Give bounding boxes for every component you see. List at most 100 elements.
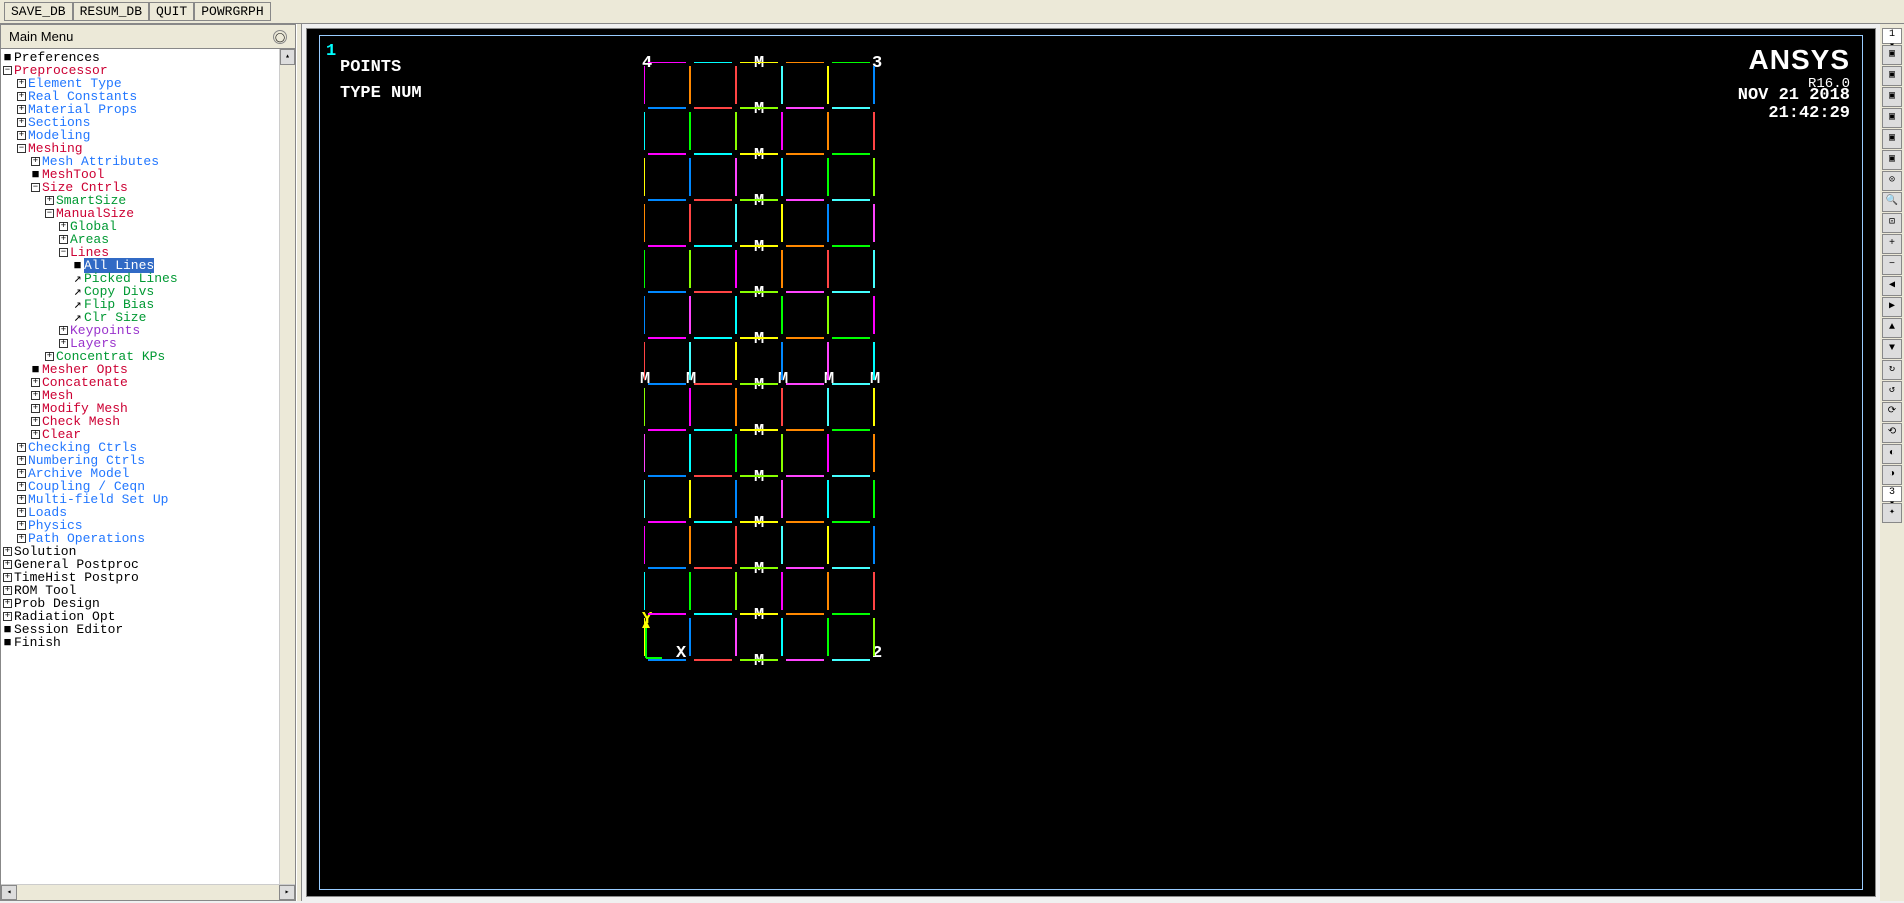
- expand-icon[interactable]: +: [17, 521, 26, 530]
- leaf-icon[interactable]: ■: [3, 51, 12, 64]
- expand-icon[interactable]: −: [31, 183, 40, 192]
- rate-selector[interactable]: 3 ▾: [1882, 486, 1902, 502]
- expand-icon[interactable]: +: [17, 443, 26, 452]
- menu-tree: ■Preferences−Preprocessor+Element Type+R…: [1, 49, 295, 884]
- expand-icon[interactable]: +: [31, 378, 40, 387]
- expand-icon[interactable]: +: [17, 105, 26, 114]
- scroll-right-icon[interactable]: ▸: [279, 885, 295, 900]
- rotate-x-icon[interactable]: ↻: [1882, 360, 1902, 380]
- pan-right-icon[interactable]: ▶: [1882, 297, 1902, 317]
- tree-item-finish[interactable]: ■Finish: [1, 636, 295, 649]
- expand-icon[interactable]: +: [31, 391, 40, 400]
- expand-icon[interactable]: +: [17, 482, 26, 491]
- expand-icon[interactable]: +: [3, 547, 12, 556]
- expand-icon[interactable]: +: [31, 417, 40, 426]
- plot-date: NOV 21 2018: [1738, 86, 1850, 105]
- quit-button[interactable]: QUIT: [149, 2, 194, 21]
- view-back-icon[interactable]: ▣: [1882, 150, 1902, 170]
- expand-icon[interactable]: +: [31, 404, 40, 413]
- expand-icon[interactable]: +: [45, 196, 54, 205]
- leaf-icon[interactable]: ■: [31, 168, 40, 181]
- pane-divider[interactable]: [296, 24, 302, 901]
- dynamic-icon[interactable]: ✦: [1882, 503, 1902, 523]
- view-front-icon[interactable]: ▣: [1882, 66, 1902, 86]
- scroll-left-icon[interactable]: ◂: [1, 885, 17, 900]
- zoom-box-icon[interactable]: ⊡: [1882, 213, 1902, 233]
- expand-icon[interactable]: +: [17, 131, 26, 140]
- tree-item-smartsize[interactable]: +SmartSize: [1, 194, 295, 207]
- expand-icon[interactable]: −: [3, 66, 12, 75]
- expand-icon[interactable]: +: [3, 599, 12, 608]
- plot-label-typenum: TYPE NUM: [340, 84, 422, 103]
- expand-icon[interactable]: −: [45, 209, 54, 218]
- fit-icon[interactable]: ⊙: [1882, 171, 1902, 191]
- expand-icon[interactable]: +: [31, 157, 40, 166]
- brand-text: ANSYS: [1749, 44, 1850, 76]
- expand-icon[interactable]: +: [31, 430, 40, 439]
- leaf-icon[interactable]: ■: [31, 363, 40, 376]
- rotate-z-icon[interactable]: ⟳: [1882, 402, 1902, 422]
- graphics-canvas[interactable]: 1 POINTS TYPE NUM ANSYS R16.0 NOV 21 201…: [306, 28, 1876, 897]
- window-number: 1: [326, 42, 336, 61]
- expand-icon[interactable]: +: [3, 573, 12, 582]
- view-top-icon[interactable]: ▣: [1882, 108, 1902, 128]
- mesh-grid: [644, 62, 884, 662]
- expand-icon[interactable]: +: [59, 339, 68, 348]
- expand-icon[interactable]: +: [3, 560, 12, 569]
- tree-item-areas[interactable]: +Areas: [1, 233, 295, 246]
- expand-icon[interactable]: +: [3, 612, 12, 621]
- leaf-icon[interactable]: ■: [3, 636, 12, 649]
- tree-item-manualsize[interactable]: −ManualSize: [1, 207, 295, 220]
- zoom-icon[interactable]: 🔍: [1882, 192, 1902, 212]
- main-menu-sidebar: Main Menu ◯ ■Preferences−Preprocessor+El…: [0, 24, 296, 901]
- expand-icon[interactable]: +: [17, 469, 26, 478]
- tree-item-keypoints[interactable]: +Keypoints: [1, 324, 295, 337]
- tree-item-clr-size[interactable]: ↗Clr Size: [1, 311, 295, 324]
- expand-icon[interactable]: +: [17, 508, 26, 517]
- tree-item-flip-bias[interactable]: ↗Flip Bias: [1, 298, 295, 311]
- tree-item-size-cntrls[interactable]: −Size Cntrls: [1, 181, 295, 194]
- expand-icon[interactable]: +: [17, 92, 26, 101]
- view-iso-icon[interactable]: ▣: [1882, 45, 1902, 65]
- resum-db-button[interactable]: RESUM_DB: [73, 2, 149, 21]
- collapse-icon[interactable]: ◯: [273, 30, 287, 44]
- view-selector-1[interactable]: 1 ▾: [1882, 28, 1902, 44]
- expand-icon[interactable]: +: [59, 222, 68, 231]
- expand-icon[interactable]: +: [17, 456, 26, 465]
- rotate-y-icon[interactable]: ↺: [1882, 381, 1902, 401]
- expand-icon[interactable]: +: [3, 586, 12, 595]
- tree-scrollbar-horizontal[interactable]: ◂ ▸: [1, 884, 295, 900]
- pan-down-icon[interactable]: ▼: [1882, 339, 1902, 359]
- expand-icon[interactable]: +: [17, 534, 26, 543]
- zoom-out-icon[interactable]: −: [1882, 255, 1902, 275]
- spin2-icon[interactable]: ◑: [1882, 465, 1902, 485]
- rotate-neg-icon[interactable]: ⟲: [1882, 423, 1902, 443]
- save-db-button[interactable]: SAVE_DB: [4, 2, 73, 21]
- sidebar-title: Main Menu: [9, 29, 73, 44]
- view-side-icon[interactable]: ▣: [1882, 87, 1902, 107]
- tree-scrollbar-vertical[interactable]: ▴: [279, 49, 295, 884]
- expand-icon[interactable]: +: [17, 495, 26, 504]
- plot-time: 21:42:29: [1768, 104, 1850, 123]
- zoom-in-icon[interactable]: +: [1882, 234, 1902, 254]
- scroll-up-icon[interactable]: ▴: [280, 49, 295, 65]
- view-oblique-icon[interactable]: ▣: [1882, 129, 1902, 149]
- expand-icon[interactable]: +: [45, 352, 54, 361]
- expand-icon[interactable]: +: [17, 79, 26, 88]
- plot-label-points: POINTS: [340, 58, 401, 77]
- powrgrph-button[interactable]: POWRGRPH: [194, 2, 270, 21]
- expand-icon[interactable]: −: [17, 144, 26, 153]
- top-toolbar: SAVE_DB RESUM_DB QUIT POWRGRPH: [0, 0, 1904, 24]
- pan-left-icon[interactable]: ◀: [1882, 276, 1902, 296]
- pan-up-icon[interactable]: ▲: [1882, 318, 1902, 338]
- tree-label: Finish: [14, 635, 61, 650]
- right-toolbar: 1 ▾ ▣ ▣ ▣ ▣ ▣ ▣ ⊙ 🔍 ⊡ + − ◀ ▶ ▲ ▼ ↻ ↺ ⟳ …: [1880, 24, 1904, 901]
- tree-item-global[interactable]: +Global: [1, 220, 295, 233]
- coord-triad-icon: [640, 620, 664, 664]
- expand-icon[interactable]: −: [59, 248, 68, 257]
- expand-icon[interactable]: +: [59, 235, 68, 244]
- expand-icon[interactable]: +: [17, 118, 26, 127]
- expand-icon[interactable]: +: [59, 326, 68, 335]
- ansys-logo: ANSYS R16.0: [1749, 44, 1850, 92]
- spin-icon[interactable]: ◐: [1882, 444, 1902, 464]
